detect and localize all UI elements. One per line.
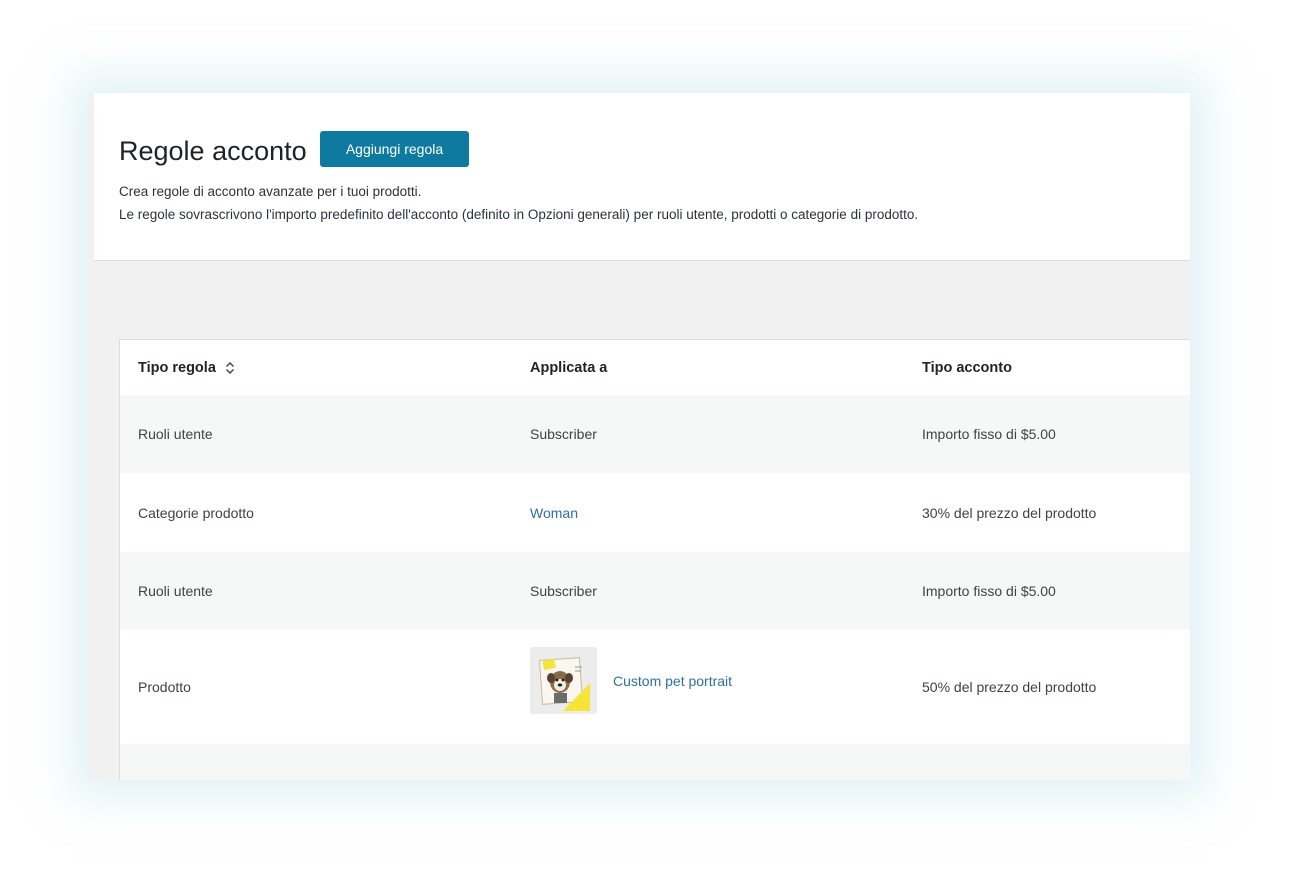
column-header-applied-to: Applicata a [530,359,608,376]
applied-to-cell: Subscriber [530,583,597,599]
rule-type-cell: Ruoli utente [138,426,213,442]
category-link-woman[interactable]: Woman [530,505,578,521]
page-header: Regole acconto Aggiungi regola Crea rego… [94,93,1190,261]
deposit-type-cell: Importo fisso di $5.00 [922,583,1056,599]
applied-to-cell: Custom pet portrait [530,647,732,714]
deposit-type-cell: 50% del prezzo del prodotto [922,679,1097,695]
rule-type-cell: Prodotto [138,679,191,695]
column-header-rule-type[interactable]: Tipo regola [138,340,236,395]
rules-table: Tipo regola Applicata a Tipo acconto Ruo… [119,339,1190,780]
deposit-type-cell: 30% del prezzo del prodotto [922,504,1097,521]
add-rule-button[interactable]: Aggiungi regola [320,131,469,167]
product-thumbnail[interactable] [530,647,597,714]
product-link-custom-pet-portrait[interactable]: Custom pet portrait [613,673,732,689]
rule-type-cell: Categorie prodotto [138,504,254,521]
rule-type-cell: Ruoli utente [138,583,213,599]
column-header-label: Tipo regola [138,359,216,376]
deposit-rules-panel: Regole acconto Aggiungi regola Crea rego… [89,93,1190,780]
column-header-deposit-type: Tipo acconto [922,359,1012,376]
table-header-row: Tipo regola Applicata a Tipo acconto [120,340,1190,395]
page-description-line-1: Crea regole di acconto avanzate per i tu… [119,184,422,199]
table-row[interactable]: Ruoli utente Subscriber Importo fisso di… [120,395,1190,473]
table-row [120,744,1190,780]
screenshot-stage: Regole acconto Aggiungi regola Crea rego… [0,0,1300,887]
page-description-line-2: Le regole sovrascrivono l'importo predef… [119,207,919,222]
applied-to-cell: Woman [530,473,578,552]
page-title: Regole acconto [119,136,307,166]
table-row[interactable]: Ruoli utente Subscriber Importo fisso di… [120,552,1190,630]
deposit-type-cell: Importo fisso di $5.00 [922,426,1056,442]
sort-updown-icon[interactable] [224,361,236,375]
table-row[interactable]: Prodotto Custom pet portrait 50% del pre… [120,630,1190,744]
table-row[interactable]: Categorie prodotto Woman 30% del prezzo … [120,473,1190,552]
applied-to-cell: Subscriber [530,426,597,442]
